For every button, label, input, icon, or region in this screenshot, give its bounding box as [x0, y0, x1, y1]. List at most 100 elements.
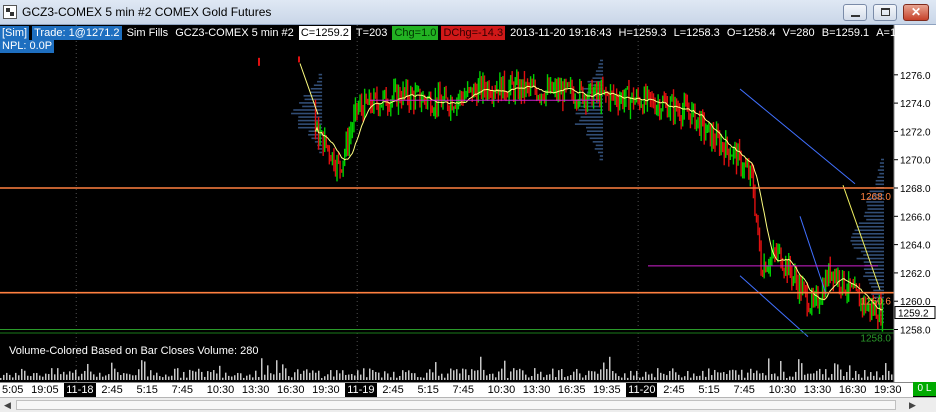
time-axis-label: 7:45 [452, 384, 474, 396]
volume-bar [612, 371, 614, 380]
volume-bar [819, 368, 821, 380]
volume-bar [510, 371, 512, 380]
volume-bar [525, 374, 527, 380]
profile-bin [877, 169, 884, 171]
volume-bar [162, 377, 164, 380]
volume-bar [105, 375, 107, 380]
volume-bar [417, 377, 419, 380]
volume-bar [726, 374, 728, 380]
profile-bin [851, 236, 884, 239]
volume-bar [246, 375, 248, 380]
profile-bin [863, 254, 884, 256]
time-axis-label: 10:30 [206, 384, 235, 396]
volume-bar [522, 370, 524, 380]
maximize-button[interactable] [873, 4, 897, 21]
volume-bar [288, 376, 290, 380]
volume-bar [102, 376, 104, 380]
volume-bar [93, 374, 95, 380]
volume-bar [129, 374, 131, 380]
volume-bar [516, 370, 518, 380]
price-bar [298, 56, 300, 63]
volume-bar [405, 372, 407, 380]
profile-bin [881, 158, 884, 161]
tick-count: T=203 [355, 27, 388, 39]
volume-bar [81, 373, 83, 380]
volume-bar [858, 374, 860, 380]
volume-bar [144, 361, 146, 380]
price-level-label: 1258.0 [860, 334, 891, 345]
volume-bar [579, 373, 581, 380]
volume-bar [372, 370, 374, 380]
volume-bar [753, 373, 755, 380]
volume-bar [660, 372, 662, 380]
volume-bar [66, 374, 68, 380]
time-axis-label: 2:45 [382, 384, 404, 396]
volume-bar [396, 377, 398, 380]
volume-bar [231, 376, 233, 380]
volume-bar [324, 376, 326, 380]
volume-bar [867, 376, 869, 380]
volume-bar [201, 371, 203, 380]
scroll-left-icon[interactable]: ◀ [0, 398, 15, 412]
volume-bar [585, 375, 587, 380]
window-titlebar[interactable]: GCZ3-COMEX 5 min #2 COMEX Gold Futures ✕ [0, 0, 936, 25]
scroll-thumb[interactable] [16, 400, 896, 410]
volume-bar [861, 377, 863, 380]
volume-bar [690, 377, 692, 380]
price-chart[interactable]: 1268.01260.61258.0 1276.01274.01272.0127… [0, 25, 936, 382]
profile-bin [579, 119, 604, 122]
time-axis-label: 13:30 [241, 384, 270, 396]
volume-bar [546, 374, 548, 380]
volume-bar [297, 369, 299, 380]
volume-bar [636, 370, 638, 380]
horizontal-scrollbar[interactable]: ◀ ▶ [0, 397, 936, 412]
volume-bar [789, 376, 791, 380]
volume-bar [582, 377, 584, 380]
volume-bar [447, 373, 449, 380]
volume-bar [300, 373, 302, 380]
time-axis-label: 13:30 [522, 384, 551, 396]
minimize-button[interactable] [843, 4, 867, 21]
volume-bar [18, 375, 20, 380]
scroll-right-icon[interactable]: ▶ [905, 398, 920, 412]
volume-bar [816, 370, 818, 380]
volume-bar [384, 371, 386, 380]
price-bar [258, 57, 260, 66]
app-icon [3, 5, 17, 19]
volume-bar [165, 374, 167, 380]
volume-bar [642, 376, 644, 380]
volume-bar [588, 370, 590, 380]
close-button[interactable]: ✕ [903, 4, 929, 21]
volume-bar [723, 372, 725, 380]
profile-bin [599, 155, 604, 157]
volume-bar [474, 370, 476, 380]
volume-bar [594, 371, 596, 380]
volume-bar [126, 373, 128, 380]
price-tick-label: 1272.0 [900, 127, 931, 138]
profile-bin [318, 77, 323, 79]
volume-bar [498, 371, 500, 380]
volume-bar [777, 376, 779, 380]
datetime-text: 2013-11-20 19:16:43 [510, 27, 612, 39]
volume-bar [87, 363, 89, 380]
volume-bar [549, 374, 551, 380]
volume-bar [486, 375, 488, 380]
volume-bar [267, 365, 269, 380]
price-axis: 1276.0 1274.0 1272.0 1270.0 1268.0 1266.0 1264… [893, 25, 936, 382]
volume-bar [606, 369, 608, 380]
profile-bin [578, 109, 604, 111]
volume-bar [408, 370, 410, 380]
volume-bar [714, 369, 716, 380]
volume-bar [6, 372, 8, 380]
volume-bar [216, 373, 218, 380]
volume-bar [504, 360, 506, 380]
volume-bar [234, 375, 236, 380]
volume-bar [507, 377, 509, 380]
volume-bar [774, 373, 776, 380]
volume-bar [603, 362, 605, 380]
volume-bar [711, 375, 713, 380]
volume-bar [213, 370, 215, 380]
low-value: L=1258.3 [673, 27, 720, 39]
high-value: H=1259.3 [618, 27, 667, 39]
minimize-icon [851, 15, 860, 17]
